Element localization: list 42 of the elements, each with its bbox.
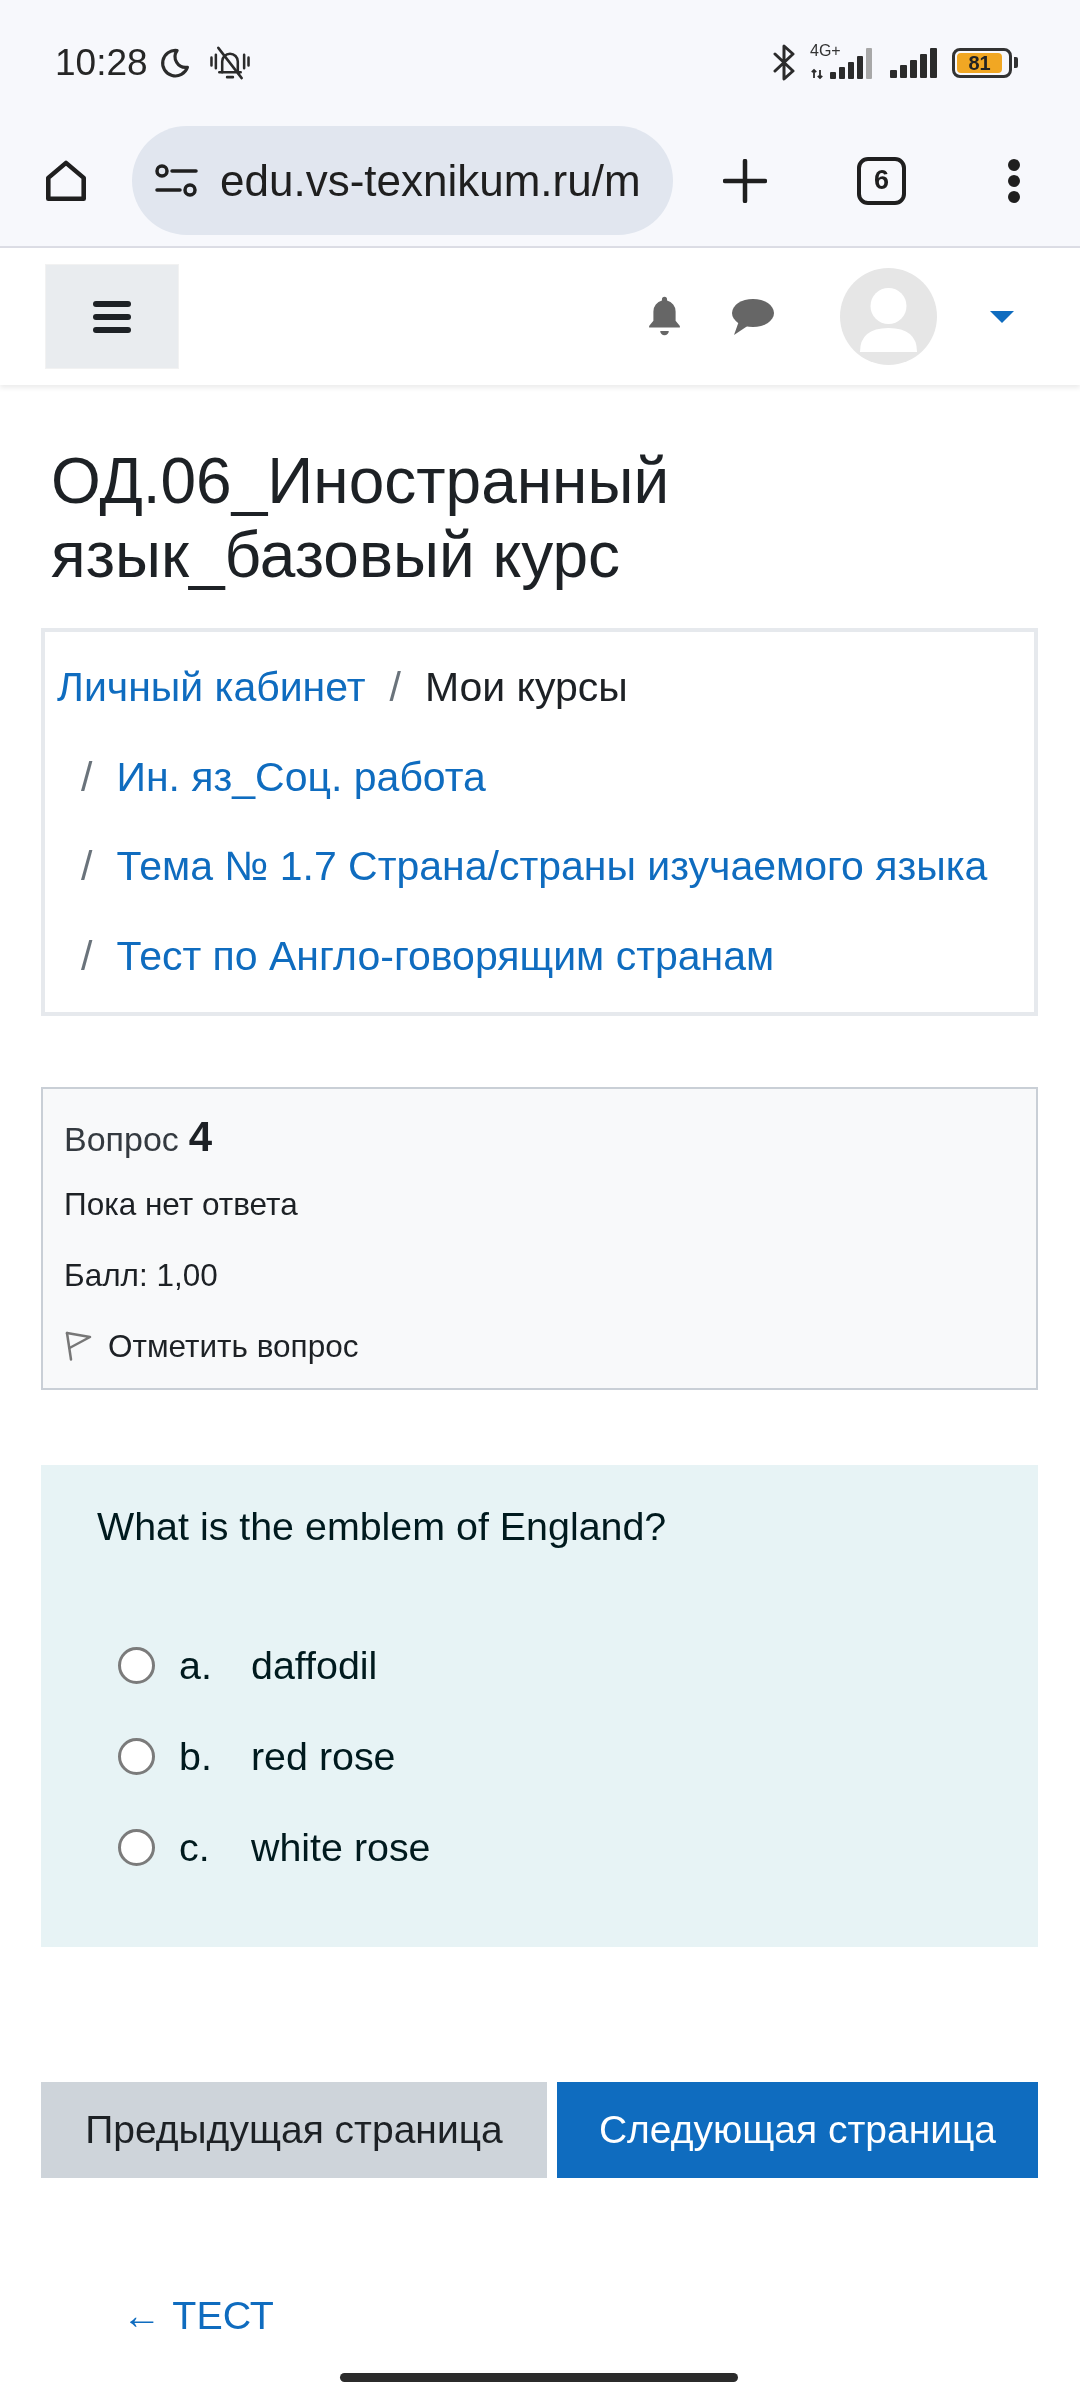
- previous-page-button[interactable]: Предыдущая страница: [41, 2082, 547, 2178]
- breadcrumb-link[interactable]: Тема № 1.7 Страна/страны изучаемого языка: [116, 822, 988, 912]
- question-label: Вопрос: [64, 1119, 179, 1160]
- network-type-label: 4G+: [810, 43, 841, 59]
- question-text: What is the emblem of England?: [97, 1502, 667, 1550]
- question-number: 4: [188, 1112, 213, 1162]
- next-page-button[interactable]: Следующая страница: [557, 2082, 1038, 2178]
- breadcrumb-current: Мои курсы: [424, 663, 628, 712]
- option-text[interactable]: white rose: [251, 1824, 431, 1870]
- sliders-icon[interactable]: [155, 164, 198, 197]
- flag-question-link[interactable]: Отметить вопрос: [64, 1325, 359, 1367]
- url-field[interactable]: edu.vs-texnikum.ru/m: [132, 126, 673, 235]
- breadcrumb-separator: /: [81, 931, 93, 981]
- caret-icon[interactable]: [990, 310, 1014, 323]
- breadcrumb-separator: /: [81, 842, 93, 891]
- signal-icon: [890, 47, 938, 78]
- radio-button[interactable]: [118, 1737, 155, 1775]
- option-text[interactable]: red rose: [251, 1733, 396, 1779]
- tab-switcher-button[interactable]: 6: [857, 156, 906, 205]
- menu-icon: [93, 300, 131, 333]
- option-letter: b.: [179, 1733, 212, 1778]
- menu-button[interactable]: [45, 264, 179, 369]
- breadcrumb-separator: /: [389, 663, 401, 712]
- more-menu-icon[interactable]: [1007, 158, 1021, 203]
- breadcrumb-link[interactable]: Ин. яз_Соц. работа: [116, 732, 486, 822]
- option-letter: c.: [179, 1824, 210, 1869]
- option-text[interactable]: daffodil: [251, 1642, 378, 1688]
- breadcrumb-link[interactable]: Личный кабинет: [57, 643, 366, 733]
- page-title: ОД.06_Иностранный язык_базовый курс: [50, 444, 671, 592]
- status-time: 10:28: [55, 40, 148, 85]
- back-link[interactable]: ← ТЕСТ: [122, 2293, 274, 2337]
- flag-icon: [64, 1331, 92, 1361]
- grade-text: Балл: 1,00: [64, 1256, 218, 1295]
- radio-button[interactable]: [118, 1646, 155, 1684]
- radio-button[interactable]: [118, 1828, 155, 1866]
- option-letter: a.: [179, 1642, 212, 1687]
- plus-icon[interactable]: [723, 158, 767, 203]
- breadcrumb-link[interactable]: Тест по Англо-говорящим странам: [116, 911, 775, 1001]
- battery-indicator: 81: [952, 47, 1018, 78]
- answer-status-text: Пока нет ответа: [64, 1185, 298, 1224]
- breadcrumb-separator: /: [81, 752, 93, 802]
- chat-icon[interactable]: [730, 297, 775, 336]
